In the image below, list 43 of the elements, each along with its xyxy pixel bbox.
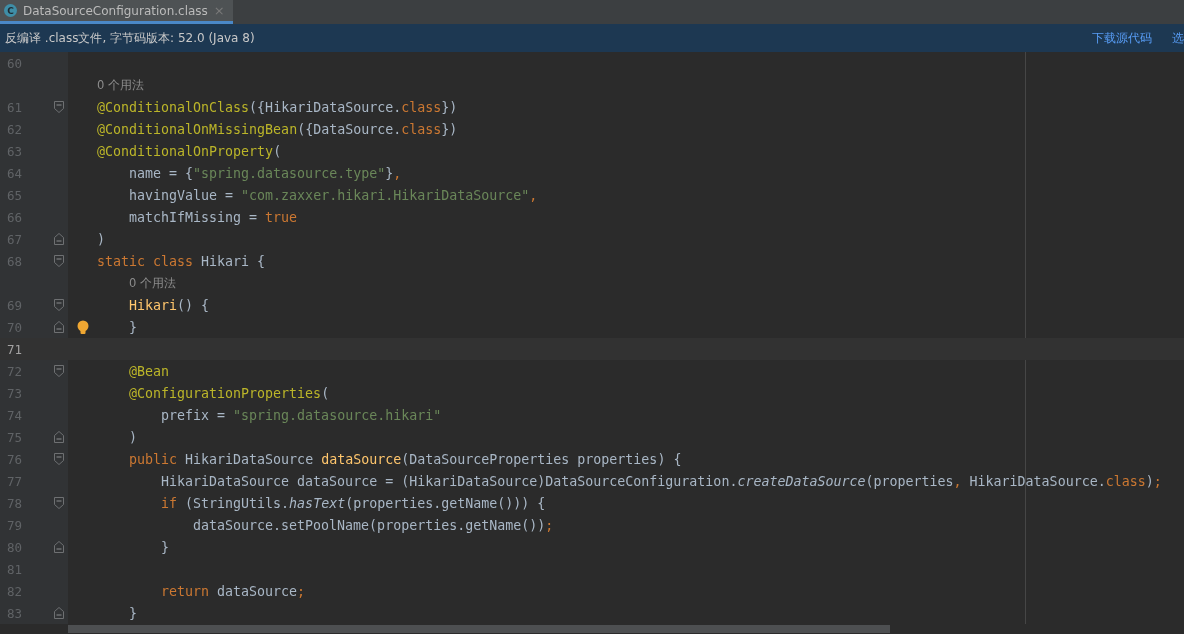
usage-hint[interactable]: 0 个用法	[97, 77, 144, 93]
code-line: )	[97, 231, 105, 247]
code-line: matchIfMissing = true	[129, 209, 298, 225]
decompiled-notice: 反编译 .class文件, 字节码版本: 52.0 (Java 8)	[5, 29, 256, 47]
horizontal-scrollbar[interactable]	[68, 625, 890, 633]
fold-icon[interactable]	[54, 365, 64, 377]
code-line: static class Hikari {	[97, 253, 266, 269]
editor-tab[interactable]: C DataSourceConfiguration.class ×	[0, 0, 233, 24]
fold-icon[interactable]	[54, 255, 64, 267]
code-line: if (StringUtils.hasText(properties.getName())) {	[161, 495, 546, 511]
code-line: prefix = "spring.datasource.hikari"	[161, 407, 442, 423]
fold-end-icon[interactable]	[54, 321, 64, 333]
class-file-icon: C	[4, 4, 17, 17]
code-line: @ConditionalOnProperty(	[97, 143, 282, 159]
fold-icon[interactable]	[54, 101, 64, 113]
fold-end-icon[interactable]	[54, 233, 64, 245]
fold-end-icon[interactable]	[54, 431, 64, 443]
tab-title: DataSourceConfiguration.class	[23, 3, 208, 18]
code-line: }	[129, 605, 137, 621]
code-line: public HikariDataSource dataSource(DataSourceProperties properties) {	[129, 451, 682, 467]
fold-end-icon[interactable]	[54, 607, 64, 619]
lightbulb-icon[interactable]	[76, 319, 89, 335]
code-line: HikariDataSource dataSource = (HikariDataSource)DataSourceConfiguration.createDataSource(properties, HikariDataSource.class);	[161, 473, 1162, 489]
code-line: @Bean	[129, 363, 170, 379]
code-line: dataSource.setPoolName(properties.getName());	[193, 517, 554, 533]
info-bar-link[interactable]: 选	[1172, 29, 1184, 47]
fold-end-icon[interactable]	[54, 541, 64, 553]
code-line: Hikari() {	[129, 297, 210, 313]
code-line: @ConditionalOnMissingBean({DataSource.class})	[97, 121, 458, 137]
code-line: }	[161, 539, 169, 555]
code-line: )	[129, 429, 137, 445]
fold-icon[interactable]	[54, 299, 64, 311]
code-line: havingValue = "com.zaxxer.hikari.HikariDataSource",	[129, 187, 538, 203]
usage-hint[interactable]: 0 个用法	[129, 275, 176, 291]
code-line: }	[129, 319, 137, 335]
line-number: 71	[6, 341, 24, 357]
code-line: name = {"spring.datasource.type"},	[129, 165, 402, 181]
code-line: @ConditionalOnClass({HikariDataSource.class})	[97, 99, 458, 115]
code-line: return dataSource;	[161, 583, 306, 599]
fold-icon[interactable]	[54, 497, 64, 509]
fold-icon[interactable]	[54, 453, 64, 465]
code-line: @ConfigurationProperties(	[129, 385, 330, 401]
info-bar-link[interactable]: 下载源代码	[1092, 29, 1152, 47]
